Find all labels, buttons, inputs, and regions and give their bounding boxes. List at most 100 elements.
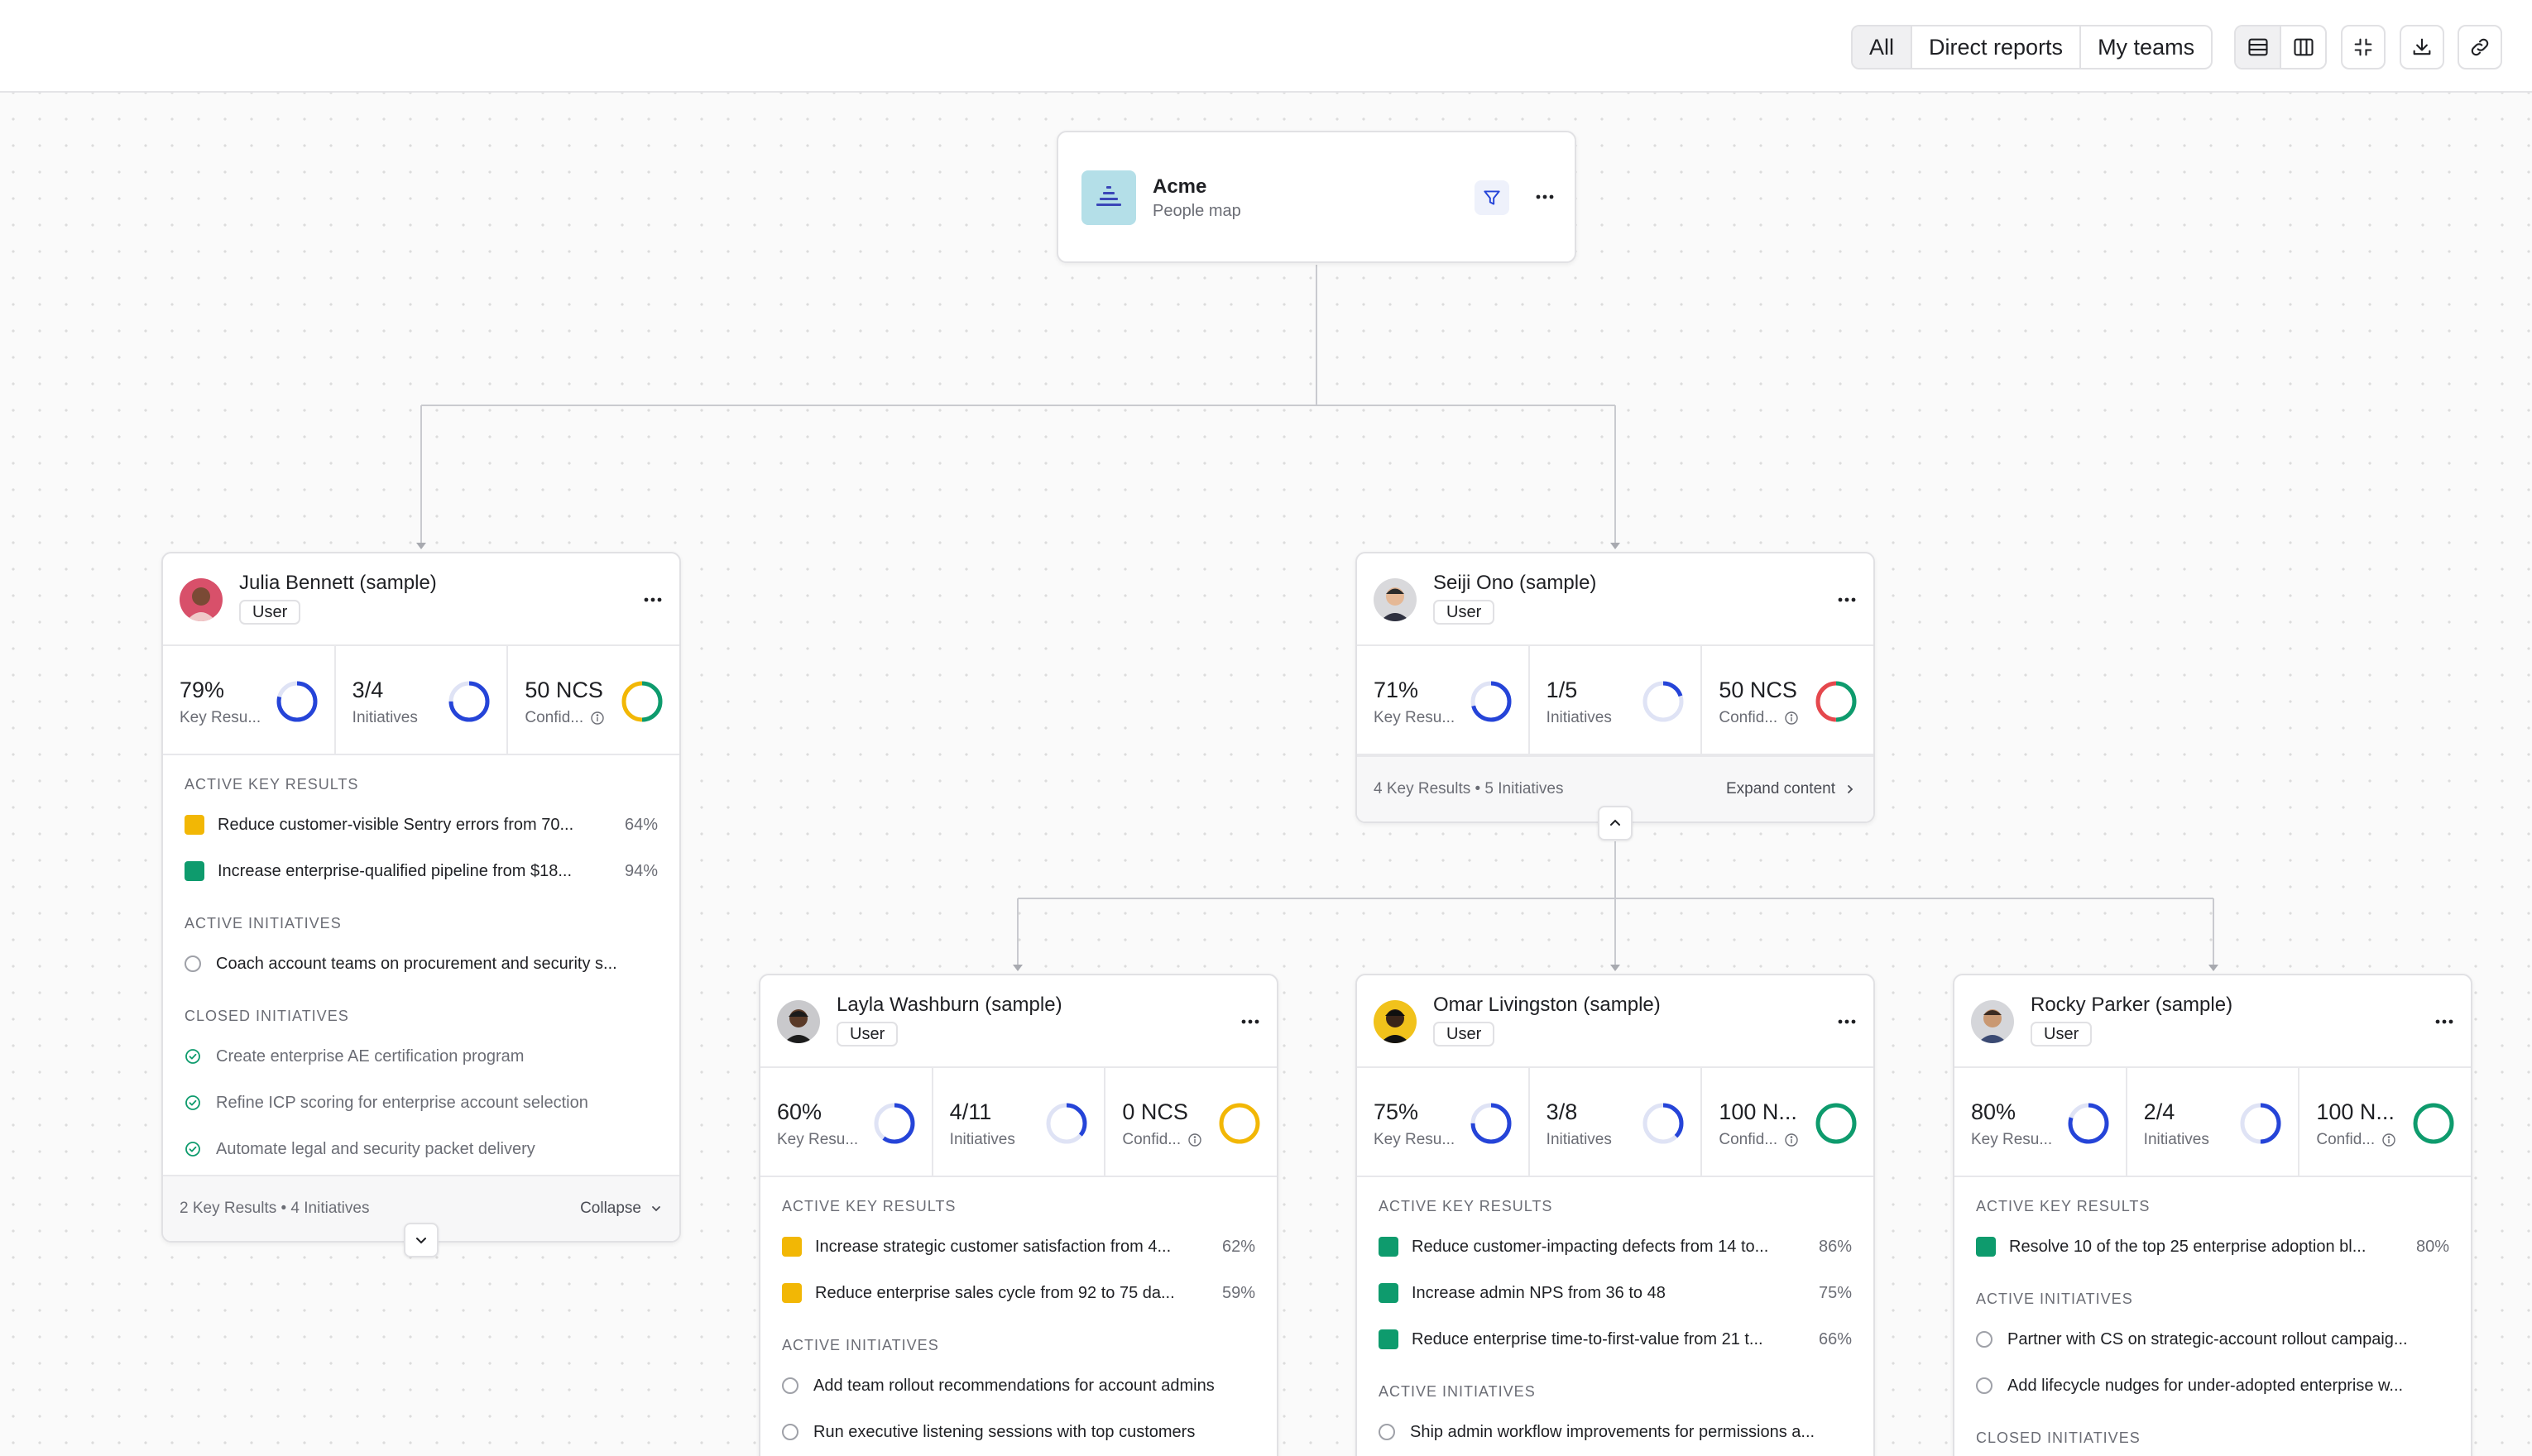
initiative-item[interactable]: Coach account teams on procurement and s… [185, 941, 658, 987]
person-card-julia-bennett[interactable]: Julia Bennett (sample) User 79% Key Resu… [161, 552, 681, 1243]
person-card-rocky-parker[interactable]: Rocky Parker (sample) User 80% Key Resu.… [1953, 974, 2472, 1456]
initiative-item[interactable]: Partner with CS on strategic-account rol… [1976, 1316, 2449, 1363]
collapse-icon[interactable] [2341, 25, 2386, 69]
progress-ring [2240, 1103, 2281, 1144]
chevron-down-icon[interactable] [404, 1223, 439, 1257]
person-name[interactable]: Seiji Ono (sample) [1433, 572, 1596, 595]
person-card-header: Rocky Parker (sample) User [1954, 975, 2471, 1068]
filter-icon[interactable] [1475, 180, 1509, 215]
footer-summary: 2 Key Results • 4 Initiatives [180, 1200, 370, 1217]
initiative-item[interactable]: Run executive listening sessions with to… [782, 1409, 1255, 1455]
stat-key-results[interactable]: 60% Key Resu... [760, 1068, 933, 1176]
download-icon[interactable] [2400, 25, 2444, 69]
filter-my-teams[interactable]: My teams [2081, 26, 2211, 68]
key-result-item[interactable]: Reduce enterprise sales cycle from 92 to… [782, 1270, 1255, 1316]
stat-confidence[interactable]: 0 NCS Confid... [1105, 1068, 1277, 1176]
active-key-results-section: ACTIVE KEY RESULTS Increase strategic cu… [760, 1177, 1277, 1455]
active-key-results-section: ACTIVE KEY RESULTS Reduce customer-impac… [1357, 1177, 1873, 1455]
org-card[interactable]: Acme People map [1057, 131, 1576, 263]
stat-initiatives[interactable]: 3/8 Initiatives [1530, 1068, 1703, 1176]
filter-all[interactable]: All [1853, 26, 1913, 68]
person-card-header: Omar Livingston (sample) User [1357, 975, 1873, 1068]
stat-label: Initiatives [352, 709, 418, 726]
status-square [185, 861, 204, 881]
open-circle-icon [782, 1377, 798, 1394]
info-icon[interactable] [1187, 1133, 1202, 1147]
confidence-ring [621, 681, 663, 722]
key-result-item[interactable]: Reduce enterprise time-to-first-value fr… [1379, 1316, 1852, 1363]
stat-initiatives[interactable]: 3/4 Initiatives [336, 646, 509, 754]
role-badge: User [1433, 1022, 1495, 1046]
stat-initiatives[interactable]: 2/4 Initiatives [2127, 1068, 2300, 1176]
key-result-item[interactable]: Reduce customer-impacting defects from 1… [1379, 1224, 1852, 1270]
confidence-ring [1815, 681, 1857, 722]
key-result-item[interactable]: Increase strategic customer satisfaction… [782, 1224, 1255, 1270]
filter-direct-reports[interactable]: Direct reports [1912, 26, 2082, 68]
stat-value: 0 NCS [1122, 1099, 1188, 1124]
more-options-icon[interactable] [2429, 1007, 2459, 1037]
info-icon[interactable] [590, 711, 605, 726]
more-options-icon[interactable] [1235, 1007, 1265, 1037]
person-name[interactable]: Layla Washburn (sample) [837, 994, 1062, 1017]
stat-confidence[interactable]: 100 N... Confid... [1702, 1068, 1873, 1176]
more-options-icon[interactable] [1530, 182, 1560, 212]
progress-ring [1642, 1103, 1684, 1144]
columns-view-icon[interactable] [2281, 26, 2325, 68]
key-result-item[interactable]: Increase enterprise-qualified pipeline f… [185, 848, 658, 894]
stat-key-results[interactable]: 71% Key Resu... [1357, 646, 1530, 754]
stat-confidence[interactable]: 50 NCS Confid... [508, 646, 679, 754]
stat-label: Initiatives [949, 1131, 1015, 1148]
more-options-icon[interactable] [1832, 1007, 1862, 1037]
stat-key-results[interactable]: 80% Key Resu... [1954, 1068, 2127, 1176]
stat-key-results[interactable]: 75% Key Resu... [1357, 1068, 1530, 1176]
layout-toggle-group [2234, 25, 2327, 69]
role-badge: User [2031, 1022, 2093, 1046]
progress-ring [1470, 681, 1512, 722]
expand-content-button[interactable]: Expand content [1726, 780, 1857, 798]
stat-key-results[interactable]: 79% Key Resu... [163, 646, 336, 754]
closed-initiative-item[interactable]: Automate legal and security packet deliv… [185, 1126, 658, 1172]
stat-label: Key Resu... [1374, 709, 1455, 726]
view-filter-segmented: All Direct reports My teams [1851, 25, 2213, 69]
info-icon[interactable] [1784, 711, 1799, 726]
more-options-icon[interactable] [638, 585, 668, 615]
rows-view-icon[interactable] [2236, 26, 2281, 68]
person-card-layla-washburn[interactable]: Layla Washburn (sample) User 60% Key Res… [759, 974, 1278, 1456]
stat-initiatives[interactable]: 4/11 Initiatives [933, 1068, 1106, 1176]
more-options-icon[interactable] [1832, 585, 1862, 615]
closed-initiative-item[interactable]: Create enterprise AE certification progr… [185, 1033, 658, 1080]
info-icon[interactable] [1784, 1133, 1799, 1147]
section-title: CLOSED INITIATIVES [185, 1008, 349, 1024]
stats-row: 80% Key Resu... 2/4 Initiatives 100 N...… [1954, 1068, 2471, 1177]
stat-initiatives[interactable]: 1/5 Initiatives [1530, 646, 1703, 754]
initiative-item[interactable]: Add team rollout recommendations for acc… [782, 1363, 1255, 1409]
person-name[interactable]: Omar Livingston (sample) [1433, 994, 1661, 1017]
stats-row: 71% Key Resu... 1/5 Initiatives 50 NCS C… [1357, 646, 1873, 755]
person-name[interactable]: Rocky Parker (sample) [2031, 994, 2232, 1017]
avatar [1971, 1000, 2014, 1043]
person-card-seiji-ono[interactable]: Seiji Ono (sample) User 71% Key Resu... … [1355, 552, 1875, 823]
key-result-item[interactable]: Resolve 10 of the top 25 enterprise adop… [1976, 1224, 2449, 1270]
stat-confidence[interactable]: 50 NCS Confid... [1702, 646, 1873, 754]
key-result-item[interactable]: Reduce customer-visible Sentry errors fr… [185, 802, 658, 848]
stat-value: 3/4 [352, 678, 384, 702]
stat-confidence[interactable]: 100 N... Confid... [2299, 1068, 2471, 1176]
confidence-ring [1219, 1103, 1260, 1144]
closed-initiative-item[interactable]: Refine ICP scoring for enterprise accoun… [185, 1080, 658, 1126]
status-square [782, 1237, 802, 1257]
collapse-button[interactable]: Collapse [580, 1200, 663, 1218]
key-result-item[interactable]: Increase admin NPS from 36 to 48 75% [1379, 1270, 1852, 1316]
open-circle-icon [1379, 1424, 1395, 1440]
person-name[interactable]: Julia Bennett (sample) [239, 572, 437, 595]
link-icon[interactable] [2458, 25, 2502, 69]
chevron-up-icon[interactable] [1598, 806, 1633, 841]
active-key-results-section: ACTIVE KEY RESULTS Reduce customer-visib… [163, 755, 679, 1172]
org-subtitle: People map [1153, 202, 1241, 220]
info-icon[interactable] [2381, 1133, 2396, 1147]
avatar [180, 578, 223, 621]
check-circle-icon [185, 1095, 200, 1110]
initiative-item[interactable]: Ship admin workflow improvements for per… [1379, 1409, 1852, 1455]
person-card-omar-livingston[interactable]: Omar Livingston (sample) User 75% Key Re… [1355, 974, 1875, 1456]
initiative-item[interactable]: Add lifecycle nudges for under-adopted e… [1976, 1363, 2449, 1409]
confidence-ring [1815, 1103, 1857, 1144]
